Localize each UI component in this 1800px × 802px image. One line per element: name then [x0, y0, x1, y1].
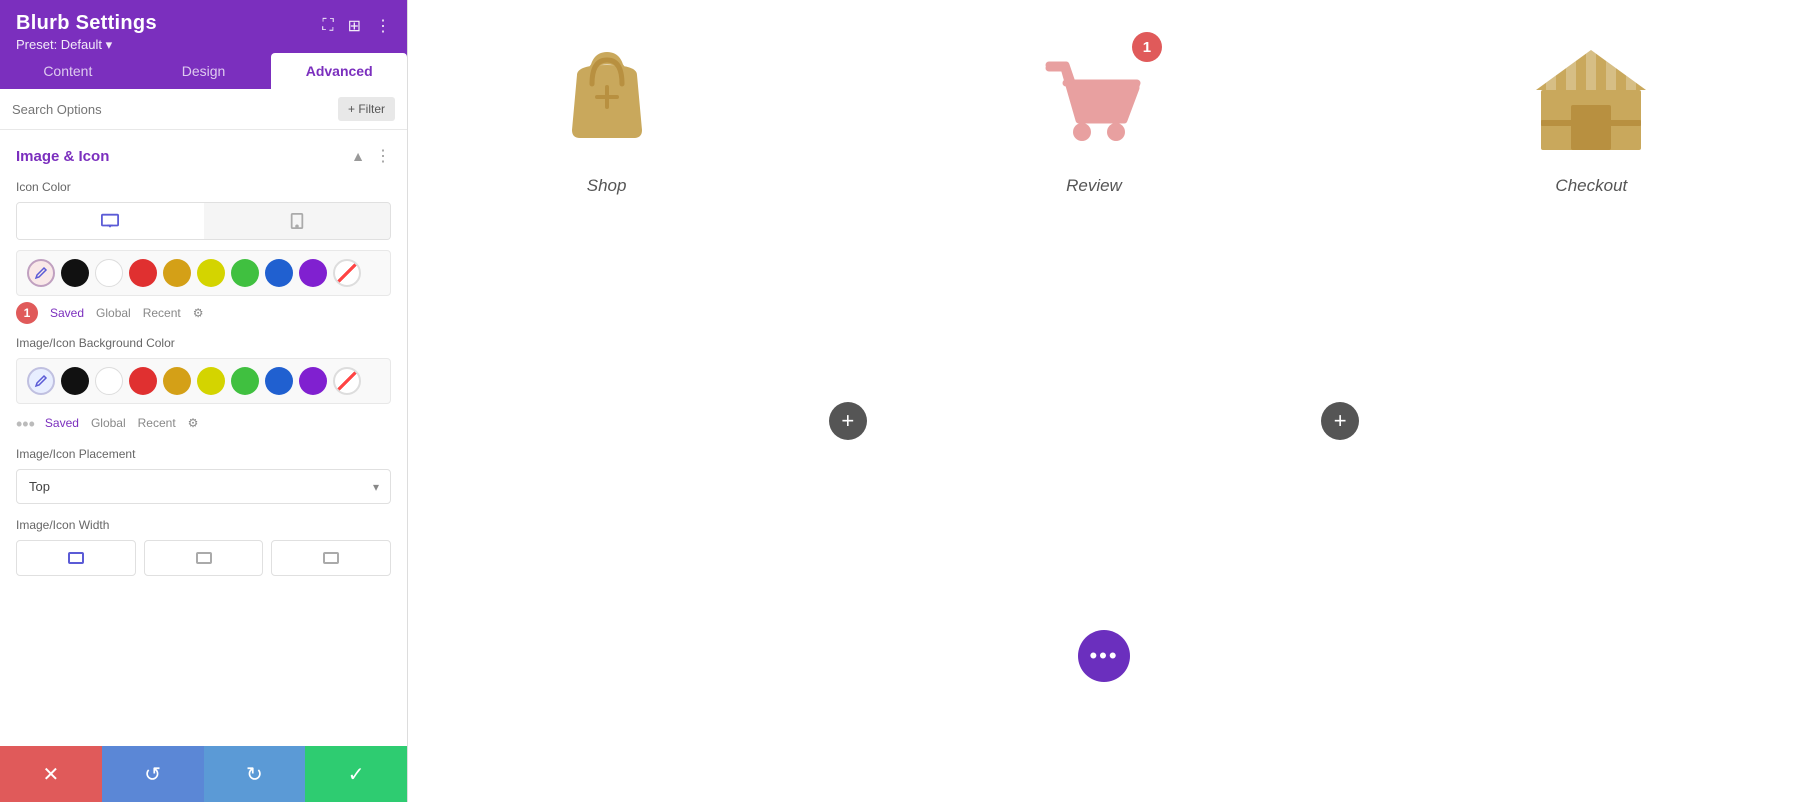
blurb-shop: Shop — [552, 40, 662, 196]
global-tab-1[interactable]: Global — [96, 306, 131, 320]
tablet-tab[interactable] — [204, 203, 391, 239]
search-input[interactable] — [12, 102, 338, 117]
placement-dropdown-wrapper: Top Left Right Bottom ▾ — [16, 469, 391, 504]
purple-dots-button[interactable]: ••• — [1078, 630, 1130, 682]
tabs-bar: Content Design Advanced — [0, 53, 407, 89]
sidebar-header: Blurb Settings Preset: Default ▾ ⛶ ⊞ ⋮ — [0, 0, 407, 53]
red-swatch-2[interactable] — [129, 367, 157, 395]
saved-tab-1[interactable]: Saved — [50, 306, 84, 320]
shop-icon — [552, 40, 662, 160]
sidebar-preset: Preset: Default ▾ — [16, 37, 157, 53]
header-icons: ⛶ ⊞ ⋮ — [322, 12, 391, 36]
width-btn-1[interactable] — [16, 540, 136, 576]
filter-button[interactable]: + Filter — [338, 97, 395, 121]
plus-button-2[interactable]: + — [1321, 402, 1359, 440]
icon-color-label: Icon Color — [16, 180, 391, 194]
width-btn-3[interactable] — [271, 540, 391, 576]
checkout-icon — [1526, 40, 1656, 160]
device-preview-tabs — [16, 202, 391, 240]
redo-button[interactable]: ↻ — [204, 746, 306, 802]
search-bar: + Filter — [0, 89, 407, 130]
eyedropper-swatch-1[interactable] — [27, 259, 55, 287]
section-options-icon[interactable]: ⋮ — [375, 146, 391, 166]
sidebar-footer: ✕ ↺ ↻ ✓ — [0, 746, 407, 802]
sidebar: Blurb Settings Preset: Default ▾ ⛶ ⊞ ⋮ C… — [0, 0, 408, 802]
badge-1: 1 — [16, 302, 38, 324]
sidebar-title: Blurb Settings — [16, 12, 157, 35]
blue-swatch-2[interactable] — [265, 367, 293, 395]
eyedropper-swatch-2[interactable] — [27, 367, 55, 395]
undo-button[interactable]: ↺ — [102, 746, 204, 802]
review-badge: 1 — [1132, 32, 1162, 62]
placement-label: Image/Icon Placement — [16, 447, 391, 461]
white-swatch-2[interactable] — [95, 367, 123, 395]
color-settings-icon-1[interactable]: ⚙ — [193, 306, 204, 320]
transparent-swatch-2[interactable] — [333, 367, 361, 395]
plus-button-1[interactable]: + — [829, 402, 867, 440]
tab-design[interactable]: Design — [136, 53, 272, 89]
recent-tab-2[interactable]: Recent — [138, 416, 176, 430]
white-swatch-1[interactable] — [95, 259, 123, 287]
desktop-tab[interactable] — [17, 203, 204, 239]
review-label: Review — [1066, 176, 1122, 196]
placement-select[interactable]: Top Left Right Bottom — [16, 469, 391, 504]
color-settings-icon-2[interactable]: ⚙ — [188, 416, 199, 430]
blue-swatch-1[interactable] — [265, 259, 293, 287]
shop-icon-wrap — [552, 40, 662, 160]
gold-swatch-2[interactable] — [163, 367, 191, 395]
blurb-checkout: Checkout — [1526, 40, 1656, 196]
layout-icon[interactable]: ⊞ — [348, 16, 361, 36]
tab-advanced[interactable]: Advanced — [271, 53, 407, 89]
width-btn-2[interactable] — [144, 540, 264, 576]
width-controls — [16, 540, 391, 576]
more-dots-icon[interactable]: ••• — [16, 414, 35, 435]
save-button[interactable]: ✓ — [305, 746, 407, 802]
black-swatch-2[interactable] — [61, 367, 89, 395]
more-icon[interactable]: ⋮ — [375, 16, 391, 36]
section-collapse-icon[interactable]: ▲ — [351, 148, 365, 164]
image-icon-section-header: Image & Icon ▲ ⋮ — [16, 146, 391, 166]
global-tab-2[interactable]: Global — [91, 416, 126, 430]
tab-content[interactable]: Content — [0, 53, 136, 89]
gold-swatch-1[interactable] — [163, 259, 191, 287]
yellow-swatch-1[interactable] — [197, 259, 225, 287]
bg-color-label: Image/Icon Background Color — [16, 336, 391, 350]
bg-color-picker — [16, 358, 391, 404]
checkout-icon-wrap — [1526, 40, 1656, 160]
saved-tab-2[interactable]: Saved — [45, 416, 79, 430]
section-title: Image & Icon — [16, 148, 109, 165]
green-swatch-2[interactable] — [231, 367, 259, 395]
shop-label: Shop — [587, 176, 627, 196]
cancel-button[interactable]: ✕ — [0, 746, 102, 802]
width-label: Image/Icon Width — [16, 518, 391, 532]
red-swatch-1[interactable] — [129, 259, 157, 287]
icon-color-picker — [16, 250, 391, 296]
purple-swatch-1[interactable] — [299, 259, 327, 287]
yellow-swatch-2[interactable] — [197, 367, 225, 395]
fullscreen-icon[interactable]: ⛶ — [322, 17, 333, 35]
review-icon-wrap: 1 — [1034, 40, 1154, 160]
sidebar-content: Image & Icon ▲ ⋮ Icon Color — [0, 130, 407, 746]
purple-swatch-2[interactable] — [299, 367, 327, 395]
blurb-review: 1 Review — [1034, 40, 1154, 196]
black-swatch-1[interactable] — [61, 259, 89, 287]
transparent-swatch-1[interactable] — [333, 259, 361, 287]
recent-tab-1[interactable]: Recent — [143, 306, 181, 320]
green-swatch-1[interactable] — [231, 259, 259, 287]
main-canvas: Shop + 1 Review + — [408, 0, 1800, 802]
checkout-label: Checkout — [1555, 176, 1627, 196]
